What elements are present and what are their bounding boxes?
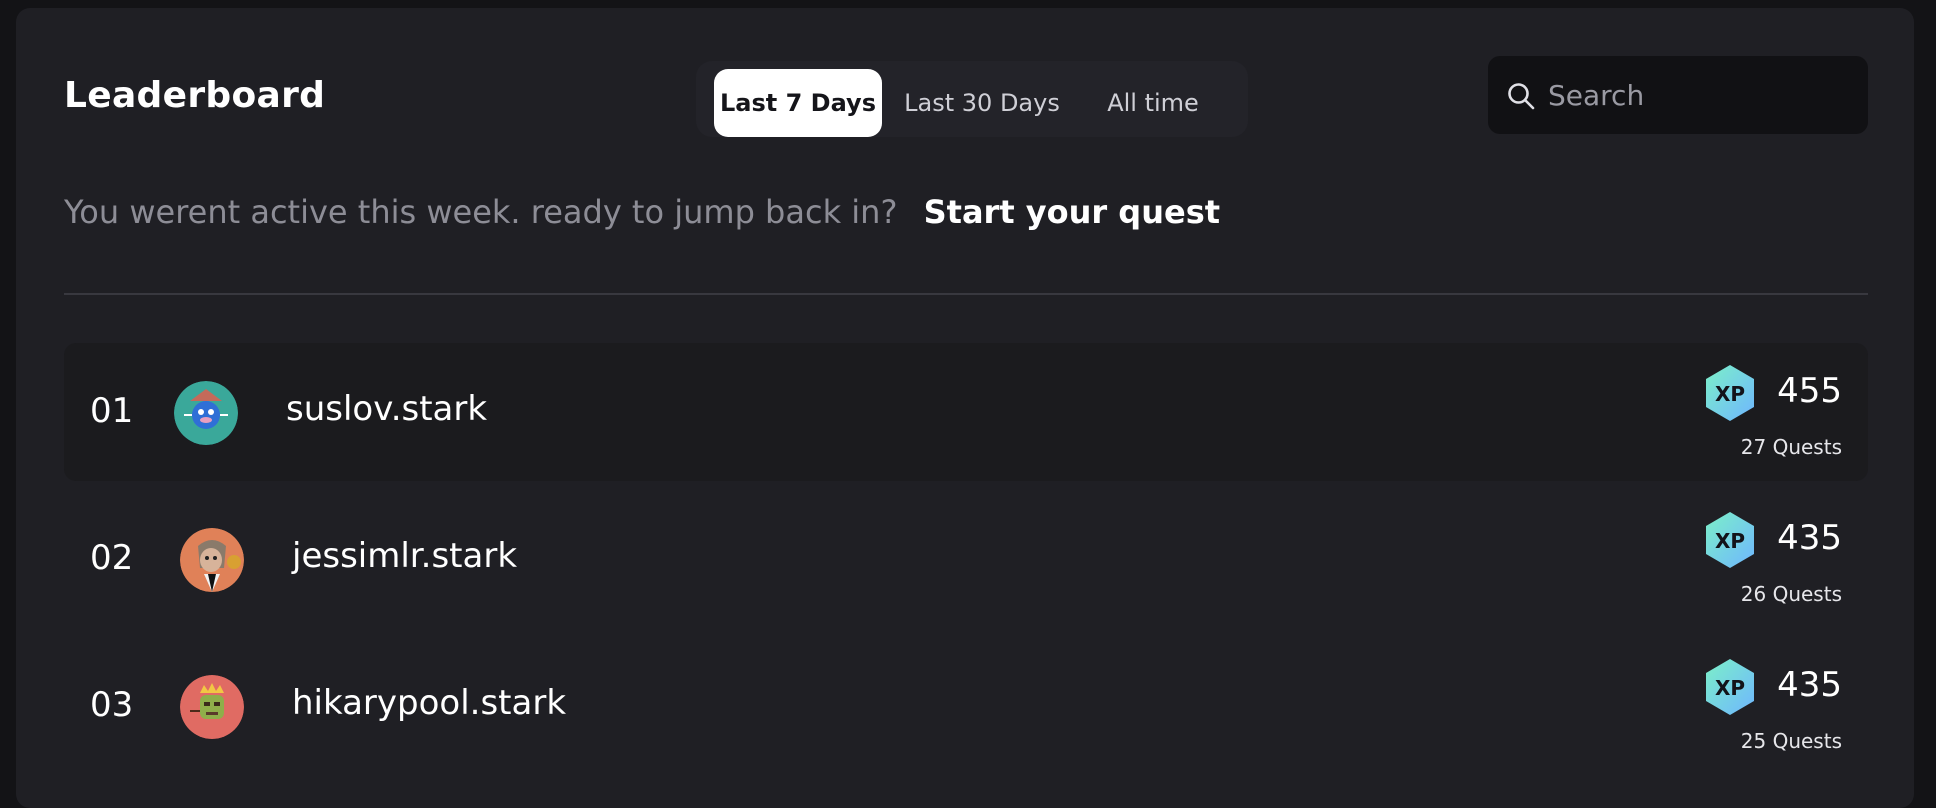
quest-count: 27 Quests	[1740, 435, 1842, 459]
divider	[64, 293, 1868, 295]
notice-text: You werent active this week. ready to ju…	[64, 193, 898, 231]
username: hikarypool.stark	[292, 683, 567, 723]
avatar	[180, 675, 244, 739]
search-input[interactable]	[1548, 68, 1848, 122]
xp-value: 435	[1777, 665, 1842, 705]
search-box[interactable]	[1488, 56, 1868, 134]
leaderboard-panel: Leaderboard Last 7 Days Last 30 Days All…	[16, 8, 1914, 808]
avatar	[174, 381, 238, 445]
xp-badge-icon: XP	[1706, 659, 1754, 715]
leaderboard-row[interactable]: 03 hikarypool.stark XP 435 25 Quests	[64, 637, 1868, 775]
tab-last-30-days[interactable]: Last 30 Days	[888, 69, 1076, 137]
avatar	[180, 528, 244, 592]
page-title: Leaderboard	[64, 75, 326, 116]
tab-all-time[interactable]: All time	[1078, 69, 1228, 137]
start-quest-link[interactable]: Start your quest	[924, 193, 1220, 231]
search-icon	[1508, 83, 1535, 110]
quest-count: 25 Quests	[1740, 729, 1842, 753]
username: jessimlr.stark	[292, 536, 518, 576]
xp-value: 435	[1777, 518, 1842, 558]
xp-badge-label: XP	[1715, 529, 1745, 553]
rank-number: 03	[90, 685, 134, 725]
leaderboard-row[interactable]: 02 jessimlr.stark XP 435 26 Quests	[64, 490, 1868, 628]
username: suslov.stark	[286, 389, 488, 429]
leaderboard-row[interactable]: 01 suslov.stark XP 455 27 Quests	[64, 343, 1868, 481]
quest-count: 26 Quests	[1740, 582, 1842, 606]
rank-number: 02	[90, 538, 134, 578]
tab-last-7-days[interactable]: Last 7 Days	[714, 69, 882, 137]
rank-number: 01	[90, 391, 134, 431]
xp-badge-icon: XP	[1706, 365, 1754, 421]
xp-value: 455	[1777, 371, 1842, 411]
xp-badge-label: XP	[1715, 676, 1745, 700]
time-range-tabs: Last 7 Days Last 30 Days All time	[696, 61, 1248, 137]
xp-badge-icon: XP	[1706, 512, 1754, 568]
xp-badge-label: XP	[1715, 382, 1745, 406]
inactive-notice: You werent active this week. ready to ju…	[64, 193, 1220, 231]
